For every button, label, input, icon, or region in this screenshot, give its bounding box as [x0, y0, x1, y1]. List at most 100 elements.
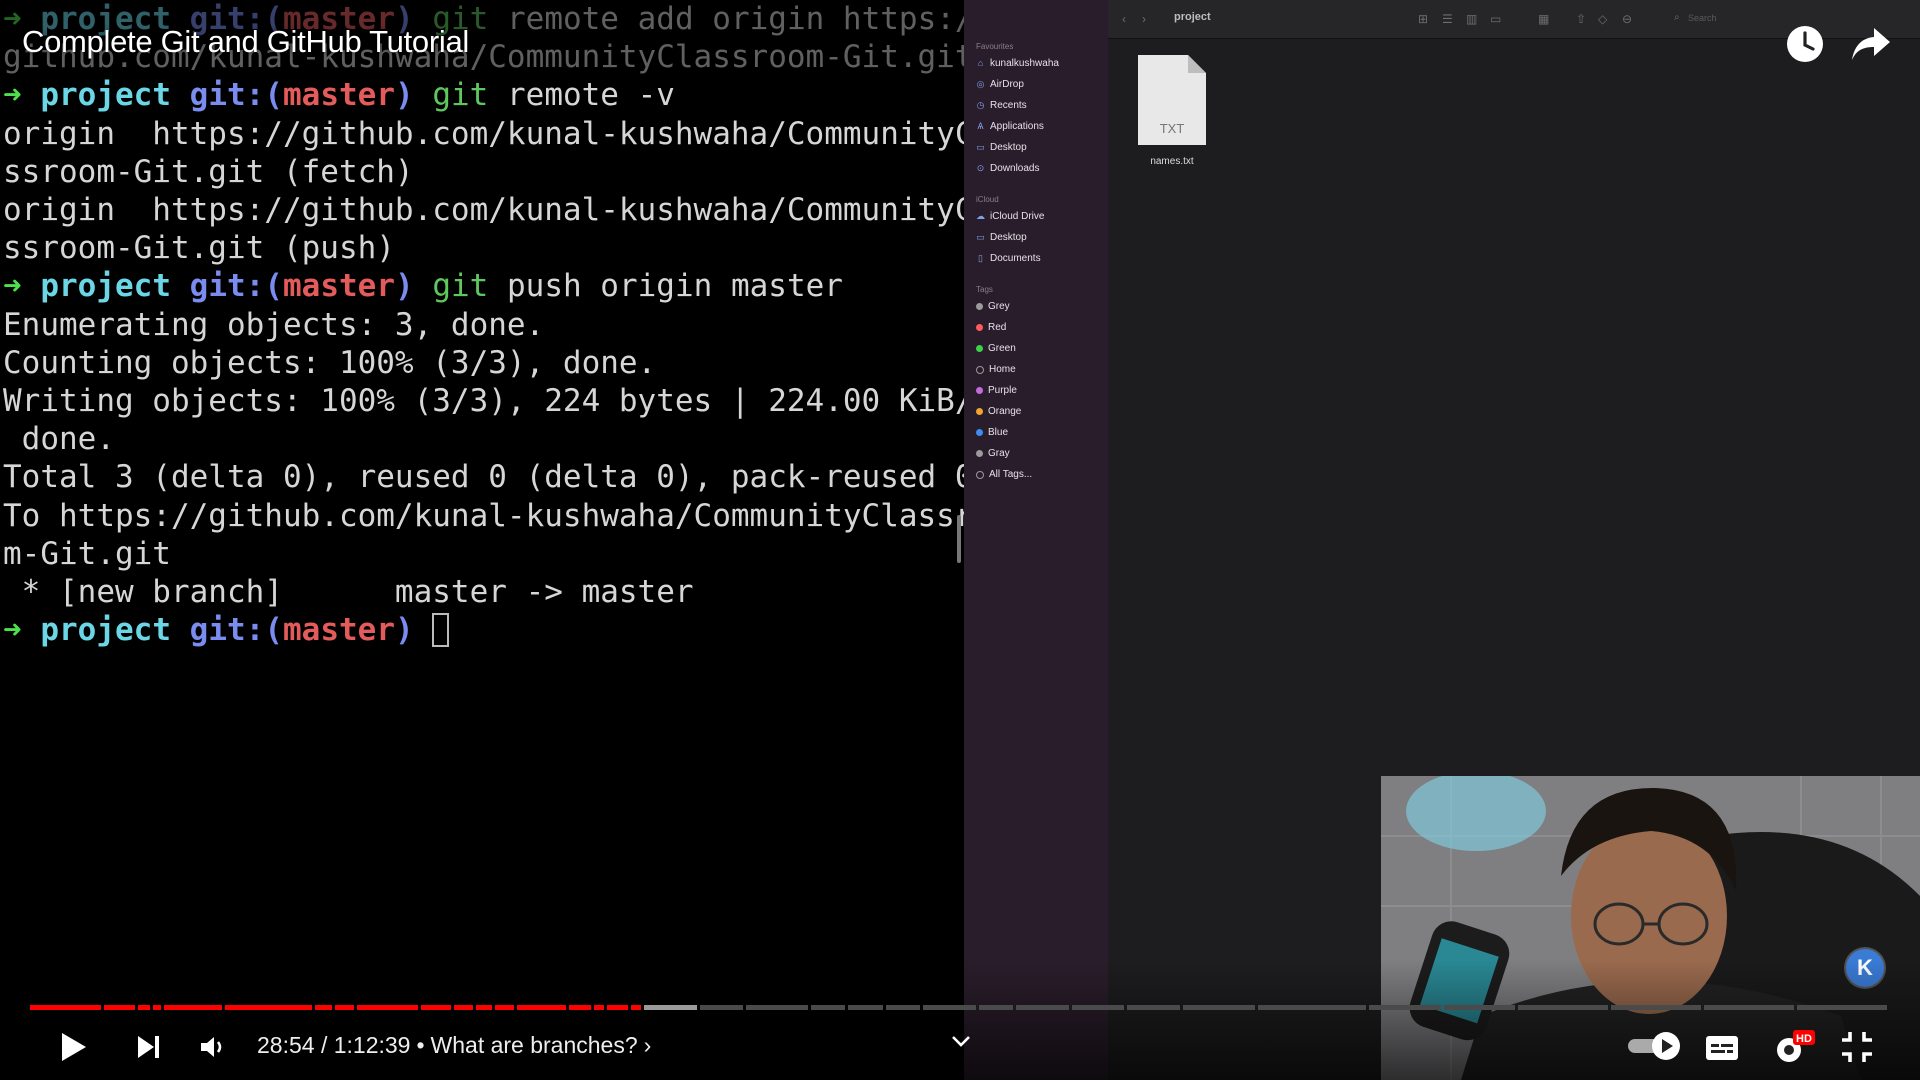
- settings-button[interactable]: HD: [1773, 1028, 1817, 1066]
- autoplay-toggle[interactable]: [1626, 1030, 1684, 1062]
- progress-chapter-segment[interactable]: [420, 1005, 452, 1010]
- chapter-arrow-icon[interactable]: ›: [644, 1032, 652, 1059]
- progress-chapter-segment[interactable]: [699, 1005, 744, 1010]
- progress-chapter-segment[interactable]: [357, 1005, 418, 1010]
- video-title[interactable]: Complete Git and GitHub Tutorial: [22, 24, 469, 60]
- prompt-arrow-icon: ➜: [3, 612, 22, 649]
- progress-chapter-segment[interactable]: [152, 1005, 161, 1010]
- terminal-scrollbar[interactable]: [957, 515, 961, 563]
- file-name[interactable]: names.txt: [1128, 156, 1216, 167]
- progress-chapter-segment[interactable]: [922, 1005, 976, 1010]
- clock-icon: ◷: [976, 100, 985, 110]
- group-icon[interactable]: ▦: [1538, 12, 1549, 26]
- sidebar-item[interactable]: ⊙ Downloads: [976, 163, 1040, 174]
- forward-icon[interactable]: ›: [1142, 12, 1146, 26]
- progress-chapter-segment[interactable]: [137, 1005, 150, 1010]
- sidebar-item[interactable]: ☁ iCloud Drive: [976, 211, 1044, 222]
- sidebar-item[interactable]: ▯ Documents: [976, 253, 1041, 264]
- sidebar-section-favourites: Favourites: [976, 42, 1014, 51]
- tag-icon[interactable]: ◇: [1598, 12, 1607, 26]
- progress-chapter-segment[interactable]: [848, 1005, 883, 1010]
- hd-badge: HD: [1796, 1033, 1812, 1045]
- sidebar-item[interactable]: Ѧ Applications: [976, 121, 1043, 132]
- progress-chapter-segment[interactable]: [30, 1005, 102, 1010]
- list-view-icon[interactable]: ☰: [1442, 12, 1453, 26]
- time-display: 28:54 / 1:12:39 • What are branches? ›: [257, 1032, 651, 1059]
- progress-chapter-segment[interactable]: [630, 1005, 641, 1010]
- progress-chapter-segment[interactable]: [1443, 1005, 1515, 1010]
- progress-chapter-segment[interactable]: [454, 1005, 474, 1010]
- progress-chapter-segment[interactable]: [569, 1005, 591, 1010]
- sidebar-item[interactable]: Gray: [976, 448, 1010, 459]
- exit-fullscreen-button[interactable]: [1840, 1030, 1874, 1064]
- sidebar-item[interactable]: Purple: [976, 385, 1017, 396]
- progress-chapter-segment[interactable]: [1015, 1005, 1069, 1010]
- sidebar-item-label: iCloud Drive: [990, 211, 1045, 222]
- sidebar-item[interactable]: All Tags...: [976, 469, 1032, 480]
- progress-chapter-segment[interactable]: [163, 1005, 223, 1010]
- terminal-command: git: [432, 77, 489, 114]
- progress-chapter-segment[interactable]: [1183, 1005, 1255, 1010]
- progress-bar[interactable]: [30, 1005, 1890, 1010]
- sidebar-item[interactable]: ▭ Desktop: [976, 142, 1026, 153]
- sidebar-item[interactable]: Blue: [976, 427, 1008, 438]
- progress-chapter-segment[interactable]: [746, 1005, 809, 1010]
- progress-chapter-segment[interactable]: [476, 1005, 492, 1010]
- sidebar-item[interactable]: Grey: [976, 301, 1010, 312]
- chapter-title[interactable]: What are branches?: [431, 1032, 638, 1059]
- next-button[interactable]: [134, 1032, 164, 1062]
- sidebar-item[interactable]: ◷ Recents: [976, 100, 1027, 111]
- action-icon[interactable]: ⊖: [1622, 12, 1632, 26]
- volume-button[interactable]: [198, 1032, 228, 1062]
- chevron-down-icon[interactable]: [950, 1032, 972, 1050]
- tag-color-icon: [976, 429, 983, 436]
- progress-chapter-segment[interactable]: [978, 1005, 1013, 1010]
- share-icon[interactable]: [1850, 26, 1892, 62]
- progress-chapter-segment[interactable]: [1369, 1005, 1441, 1010]
- progress-chapter-segment[interactable]: [1797, 1005, 1887, 1010]
- progress-chapter-segment[interactable]: [1518, 1005, 1608, 1010]
- sidebar-item[interactable]: Red: [976, 322, 1006, 333]
- watch-later-icon[interactable]: [1785, 24, 1825, 64]
- prompt-git-prefix: git:(: [189, 77, 283, 114]
- icon-view-icon[interactable]: ⊞: [1418, 12, 1428, 26]
- column-view-icon[interactable]: ▥: [1466, 12, 1477, 26]
- search-icon[interactable]: ⌕: [1674, 12, 1680, 23]
- tag-color-icon: [976, 345, 983, 352]
- gallery-view-icon[interactable]: ▭: [1490, 12, 1501, 26]
- progress-chapter-segment[interactable]: [1257, 1005, 1367, 1010]
- terminal-window[interactable]: ➜ project git:(master) git remote add or…: [0, 0, 964, 1080]
- terminal-line: Counting objects: 100% (3/3), done.: [3, 344, 657, 381]
- file-icon[interactable]: TXT: [1138, 55, 1206, 145]
- sidebar-item[interactable]: Green: [976, 343, 1016, 354]
- sidebar-item[interactable]: ⌂ kunalkushwaha: [976, 58, 1059, 69]
- progress-chapter-segment[interactable]: [1704, 1005, 1794, 1010]
- progress-chapter-segment[interactable]: [593, 1005, 604, 1010]
- progress-chapter-segment[interactable]: [517, 1005, 567, 1010]
- play-button[interactable]: [56, 1030, 90, 1064]
- progress-chapter-segment[interactable]: [314, 1005, 333, 1010]
- progress-chapter-segment[interactable]: [495, 1005, 515, 1010]
- progress-chapter-segment[interactable]: [1071, 1005, 1125, 1010]
- tag-color-icon: [976, 387, 983, 394]
- search-field[interactable]: Search: [1688, 13, 1717, 23]
- cloud-icon: ☁: [976, 211, 985, 221]
- current-time: 28:54 / 1:12:39: [257, 1032, 411, 1058]
- progress-chapter-segment[interactable]: [643, 1005, 697, 1010]
- captions-button[interactable]: [1705, 1035, 1739, 1061]
- share-toolbar-icon[interactable]: ⇧: [1576, 12, 1586, 26]
- progress-chapter-segment[interactable]: [606, 1005, 628, 1010]
- sidebar-item[interactable]: Orange: [976, 406, 1021, 417]
- sidebar-item[interactable]: ▭ Desktop: [976, 232, 1026, 243]
- progress-chapter-segment[interactable]: [885, 1005, 920, 1010]
- back-icon[interactable]: ‹: [1122, 12, 1126, 26]
- terminal-line: ➜ project git:(master): [0, 611, 964, 649]
- progress-chapter-segment[interactable]: [811, 1005, 846, 1010]
- sidebar-item[interactable]: Home: [976, 364, 1016, 375]
- progress-chapter-segment[interactable]: [225, 1005, 312, 1010]
- progress-chapter-segment[interactable]: [1611, 1005, 1701, 1010]
- progress-chapter-segment[interactable]: [1127, 1005, 1181, 1010]
- sidebar-item[interactable]: ◎ AirDrop: [976, 79, 1024, 90]
- progress-chapter-segment[interactable]: [335, 1005, 355, 1010]
- progress-chapter-segment[interactable]: [104, 1005, 135, 1010]
